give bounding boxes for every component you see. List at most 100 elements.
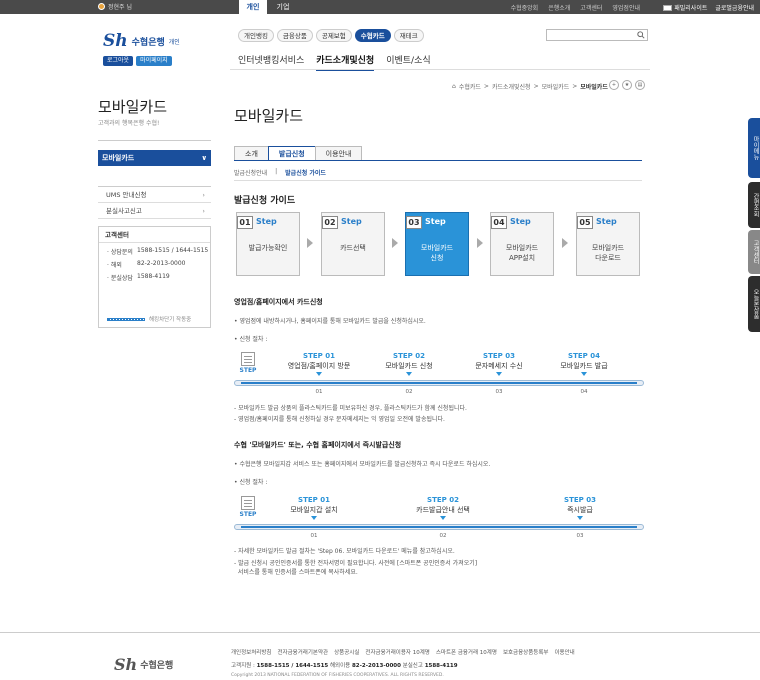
flow-step: STEP 03 문자메세지 수신 xyxy=(454,352,544,376)
footer-phone-value: 82-2-2013-0000 xyxy=(351,663,401,669)
guide-step-active: 03 Step 모바일카드 신청 xyxy=(405,212,469,276)
flow-step: STEP 01 영업점/홈페이지 방문 xyxy=(274,352,364,376)
nav-insurance[interactable]: 공제보험 xyxy=(315,29,352,42)
nav-personal-banking[interactable]: 개인뱅킹 xyxy=(238,29,274,42)
footer-phone-value: 1588-1515 / 1644-1515 xyxy=(256,663,329,669)
flow-step-number: 01 xyxy=(310,533,318,539)
footer-divider xyxy=(0,632,760,633)
cs-value: 1588-1515 / 1644-1515 xyxy=(137,247,209,254)
section1-bullet: • 신청 절차 : xyxy=(234,336,268,343)
cs-label: · 상담문의 xyxy=(107,249,133,256)
quicktab-my-menu[interactable]: 마이메뉴 xyxy=(748,118,760,178)
link-branch[interactable]: 영업점안내 xyxy=(612,3,640,12)
guide-step-number: 04 xyxy=(491,216,507,229)
logout-button[interactable]: 로그아웃 xyxy=(103,56,134,66)
tab-corporate[interactable]: 기업 xyxy=(269,0,297,14)
quicktab-customer-center[interactable]: 고객센터 xyxy=(748,230,760,274)
footer-link[interactable]: 개인정보처리방침 xyxy=(231,648,271,656)
guide-step-word: Step xyxy=(596,217,617,226)
footer-link[interactable]: 전자금융거래이용자 10계명 xyxy=(365,648,429,656)
breadcrumb-item[interactable]: 모바일카드 xyxy=(542,82,570,91)
guide-step: 01 Step 발급가능확인 xyxy=(236,212,300,276)
arrow-right-icon xyxy=(392,238,398,248)
home-icon[interactable]: ⌂ xyxy=(452,83,456,90)
link-about[interactable]: 은행소개 xyxy=(548,3,570,12)
family-site-link[interactable]: 패밀리사이트 xyxy=(663,3,707,12)
print-icon[interactable]: ▤ xyxy=(635,80,645,90)
triangle-down-icon xyxy=(406,372,412,376)
flow-step-heading: STEP 04 xyxy=(568,352,600,360)
brand-logo[interactable]: Sh 수협은행 개인 xyxy=(103,31,180,51)
subtab-apply-info[interactable]: 발급신청안내 xyxy=(234,168,267,177)
footer-phone-label: 해외이용 xyxy=(329,663,351,669)
guide-step-word: Step xyxy=(510,217,531,226)
section2-bullet: • 수협은행 모바일지갑 서비스 또는 홈페이지에서 모바일카드를 발급신청하고… xyxy=(234,461,491,468)
flow-step-heading: STEP 01 xyxy=(303,352,335,360)
section1-note: - 영업점/홈페이지를 통해 신청하실 경우 문자메세지는 익 영업일 오전에 … xyxy=(234,416,445,423)
logo-sub: 개인 xyxy=(168,38,180,46)
logo-mark: Sh xyxy=(103,31,128,51)
guide-step-label: 모바일카드 신청 xyxy=(420,244,454,262)
triangle-down-icon xyxy=(581,372,587,376)
subtab-apply-guide[interactable]: 발급신청 가이드 xyxy=(285,168,326,177)
bookmark-icon[interactable]: ★ xyxy=(622,80,632,90)
triangle-down-icon xyxy=(440,516,446,520)
triangle-down-icon xyxy=(311,516,317,520)
footer-link[interactable]: 보호금융상품등록부 xyxy=(503,648,549,656)
sidebar-item-mobile-card[interactable]: 모바일카드 ∨ xyxy=(98,150,211,166)
mypage-button[interactable]: 마이페이지 xyxy=(136,56,172,66)
document-icon xyxy=(241,352,255,366)
flow-step-number: 03 xyxy=(495,389,503,395)
guide-step-word: Step xyxy=(341,217,362,226)
flow-step: STEP 03 즉시발급 xyxy=(535,496,625,520)
guide-step-number: 01 xyxy=(237,216,253,229)
flow-step: STEP 01 모바일지갑 설치 xyxy=(269,496,359,520)
section1-bullet: • 영업점에 내방하시거나, 홈페이지를 통해 모바일카드 발급을 신청하십시오… xyxy=(234,318,426,325)
tab-apply[interactable]: 발급신청 xyxy=(267,146,316,161)
zoom-icon[interactable]: + xyxy=(609,80,619,90)
tab-usage[interactable]: 이용안내 xyxy=(314,146,363,161)
tab-intro[interactable]: 소개 xyxy=(234,146,269,161)
guide-step-word: Step xyxy=(256,217,277,226)
sidebar-item-ums[interactable]: UMS 안내신청 › xyxy=(98,187,211,203)
footer-link[interactable]: 상품공시실 xyxy=(334,648,359,656)
footer-link[interactable]: 이용안내 xyxy=(554,648,574,656)
nav-card[interactable]: 수협카드 xyxy=(354,29,391,42)
footer-link[interactable]: 스마트폰 금융거래 10계명 xyxy=(436,648,497,656)
section2-flow: STEP STEP 01 모바일지갑 설치 STEP 02 카드발급안내 선택 ST… xyxy=(234,496,644,542)
customer-center-box: 고객센터 · 상담문의 1588-1515 / 1644-1515 · 해외 82-… xyxy=(98,226,211,328)
section2-title: 수협 '모바일카드' 또는, 수협 홈페이지에서 즉시발급신청 xyxy=(234,441,402,449)
nav-products[interactable]: 금융상품 xyxy=(276,29,313,42)
step-icon: STEP xyxy=(238,352,258,378)
nav-divider xyxy=(230,69,650,70)
link-suhyup[interactable]: 수협중앙회 xyxy=(511,3,539,12)
subtab-separator: | xyxy=(275,168,278,175)
quicktab-quick-inquiry[interactable]: 간편조회 xyxy=(748,182,760,228)
search-icon[interactable] xyxy=(637,31,645,39)
section2-note: - 자세한 모바일카드 발급 절차는 'Step 06. 모바일카드 다운로드'… xyxy=(234,548,455,555)
document-icon xyxy=(241,496,255,510)
flow-bar xyxy=(234,380,644,386)
quicktab-recent-products[interactable]: 오늘본상품 xyxy=(748,276,760,332)
tab-personal[interactable]: 개인 xyxy=(239,0,267,14)
subtab-divider xyxy=(234,180,642,181)
user-name: 정현주 님 xyxy=(108,4,132,11)
breadcrumb-item[interactable]: 카드소개및신청 xyxy=(492,82,531,91)
flow-step-desc: 모바일카드 발급 xyxy=(560,362,608,370)
sidebar-item-lost-report[interactable]: 분실사고신고 › xyxy=(98,203,211,219)
triangle-down-icon xyxy=(496,372,502,376)
link-customer[interactable]: 고객센터 xyxy=(580,3,602,12)
sidebar-item-label: UMS 안내신청 xyxy=(106,191,147,199)
cs-value: 82-2-2013-0000 xyxy=(137,260,186,267)
search-input[interactable] xyxy=(546,29,648,41)
guide-step-label: 발급가능확인 xyxy=(248,244,288,252)
guide-step-label: 모바일카드 APP설치 xyxy=(505,244,539,262)
global-link[interactable]: 글로벌금융안내 xyxy=(715,3,754,12)
sidebar-item-label: 모바일카드 xyxy=(102,154,135,162)
page-tools: + ★ ▤ xyxy=(609,80,645,90)
footer-link[interactable]: 전자금융거래기본약관 xyxy=(277,648,328,656)
section1-title: 영업점/홈페이지에서 카드신청 xyxy=(234,298,323,306)
footer-phone-value: 1588-4119 xyxy=(424,663,458,669)
breadcrumb-item[interactable]: 수협카드 xyxy=(459,82,481,91)
nav-investment[interactable]: 재테크 xyxy=(393,29,424,42)
